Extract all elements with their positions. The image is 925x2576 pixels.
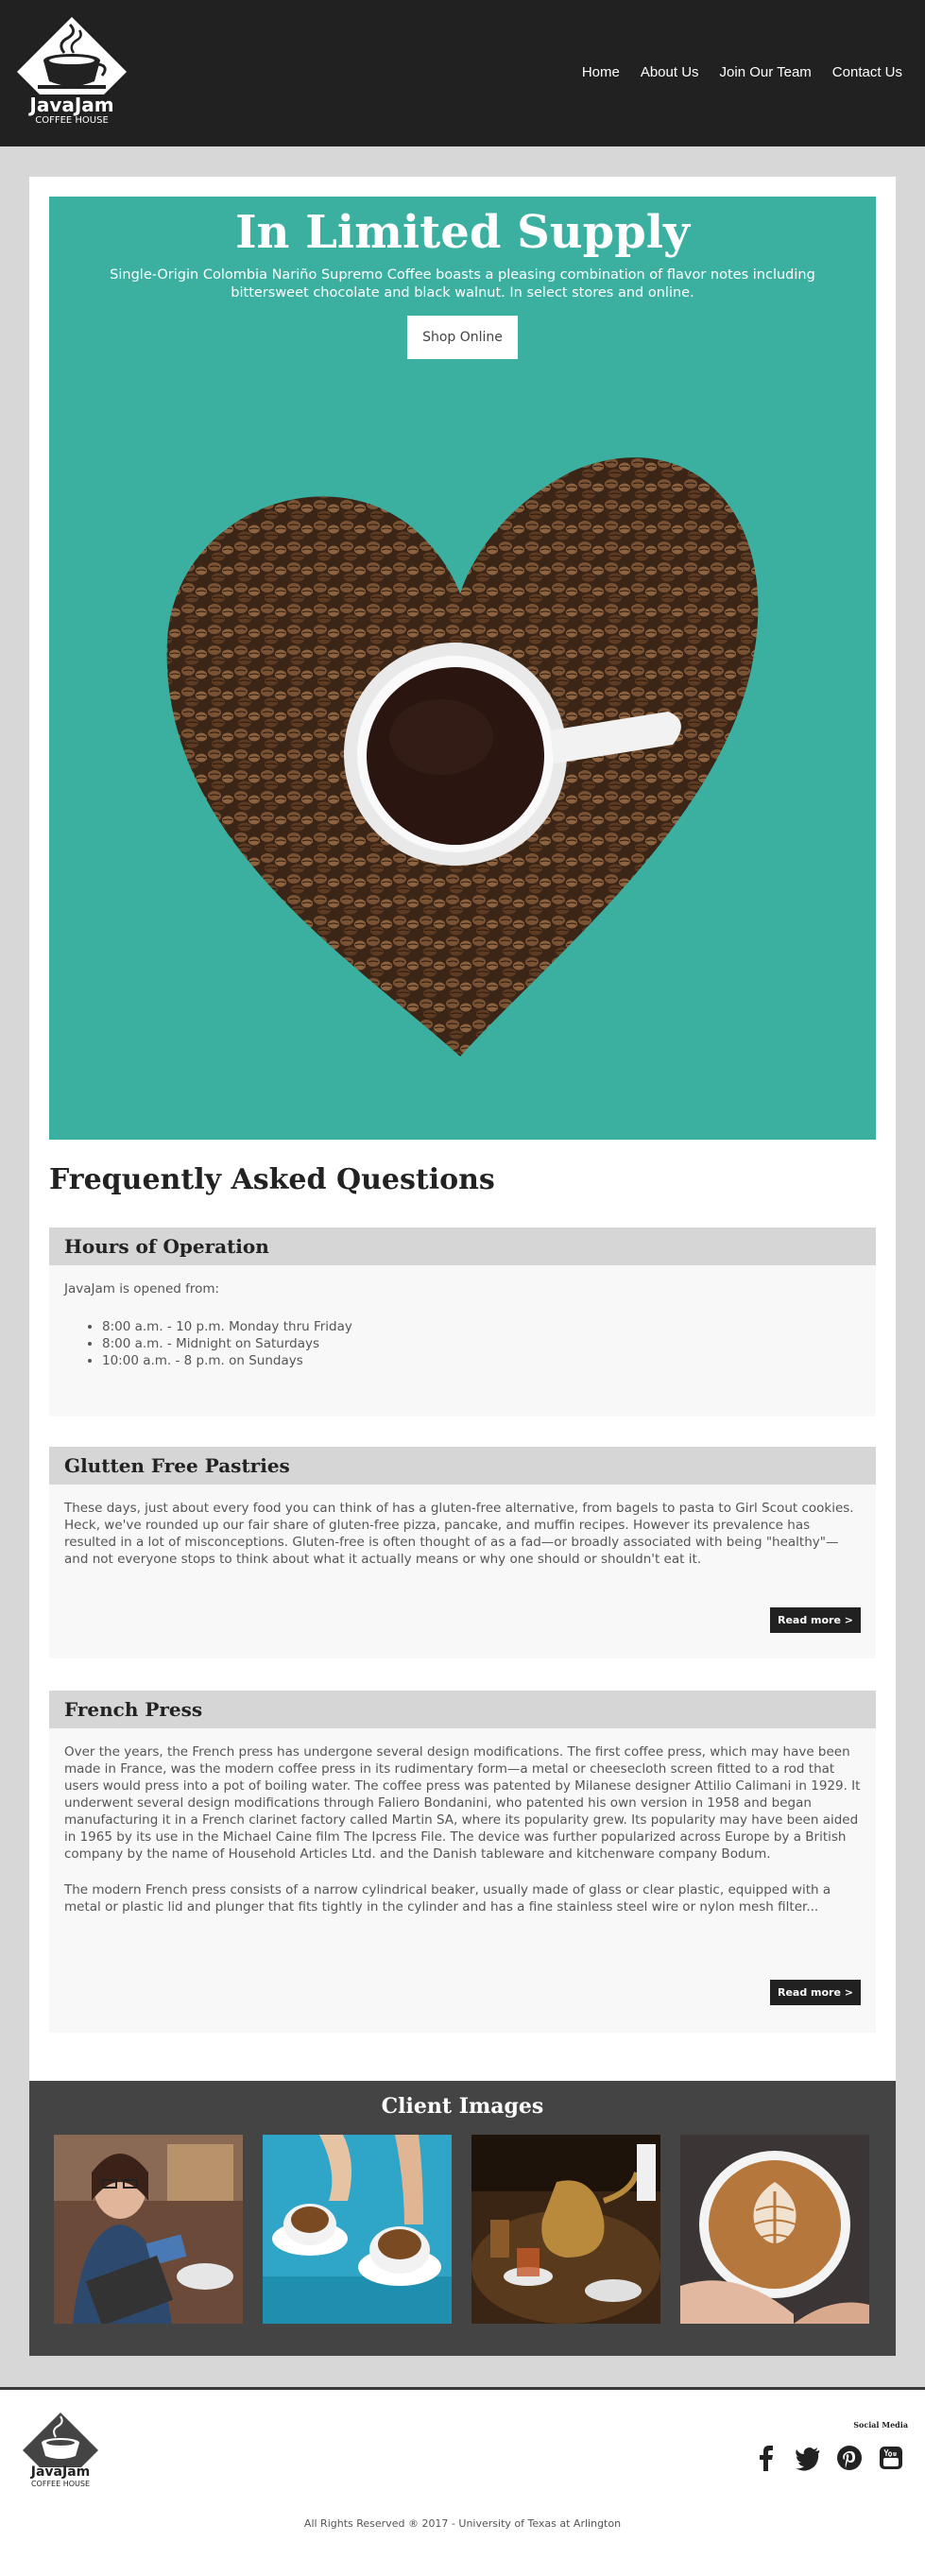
nav-contact-us[interactable]: Contact Us — [832, 64, 902, 80]
shop-online-button[interactable]: Shop Online — [407, 316, 518, 359]
logo-title: JavaJam — [29, 94, 114, 116]
client-image-woman-paying[interactable] — [54, 2135, 243, 2324]
facebook-icon[interactable] — [753, 2445, 779, 2471]
french-press-text: Over the years, the French press has und… — [64, 1744, 861, 1862]
pinterest-icon[interactable] — [836, 2445, 863, 2471]
footer-logo-subtitle: COFFEE HOUSE — [30, 2480, 91, 2488]
logo-subtitle: COFFEE HOUSE — [35, 115, 109, 126]
footer-logo[interactable]: JavaJam COFFEE HOUSE — [21, 2411, 100, 2496]
faq-title: Frequently Asked Questions — [49, 1163, 495, 1196]
faq-answer-gluten-free: These days, just about every food you ca… — [49, 1485, 876, 1585]
faq-answer-french-press: Over the years, the French press has und… — [49, 1728, 876, 1932]
footer-logo-title: JavaJam — [30, 2464, 91, 2480]
social-links — [753, 2445, 904, 2471]
site-footer: JavaJam COFFEE HOUSE Social Media All Ri… — [0, 2387, 925, 2576]
faq-answer-hours: JavaJam is opened from: 8:00 a.m. - 10 p… — [49, 1265, 876, 1386]
coffee-cup-logo-icon — [23, 2413, 98, 2488]
nav-about-us[interactable]: About Us — [641, 64, 699, 80]
read-more-button[interactable]: Read more > — [769, 1980, 861, 2005]
javajam-logo[interactable]: JavaJam COFFEE HOUSE — [15, 15, 128, 132]
faq-question-hours[interactable]: Hours of Operation — [49, 1228, 876, 1265]
social-media-label: Social Media — [853, 2420, 908, 2430]
twitter-icon[interactable] — [795, 2445, 821, 2471]
client-image-coffee-cups[interactable] — [263, 2135, 452, 2324]
faq-question-gluten-free[interactable]: Glutten Free Pastries — [49, 1447, 876, 1485]
coffee-cup-logo-icon — [17, 17, 127, 127]
client-images-title: Client Images — [381, 2094, 544, 2119]
client-images-section: Client Images — [29, 2081, 896, 2356]
faq-gluten-free: Glutten Free Pastries These days, just a… — [49, 1447, 876, 1658]
hours-saturday: 8:00 a.m. - Midnight on Saturdays — [102, 1335, 861, 1352]
main-content: In Limited Supply Single-Origin Colombia… — [29, 177, 896, 2081]
hours-intro: JavaJam is opened from: — [64, 1281, 220, 1297]
hero-title: In Limited Supply — [235, 206, 690, 259]
hours-list: 8:00 a.m. - 10 p.m. Monday thru Friday 8… — [102, 1318, 861, 1369]
nav-home[interactable]: Home — [582, 64, 620, 80]
hero-banner: In Limited Supply Single-Origin Colombia… — [49, 197, 876, 1140]
main-nav: Home About Us Join Our Team Contact Us — [582, 64, 902, 80]
client-image-tea-service[interactable] — [471, 2135, 660, 2324]
client-image-latte-art[interactable] — [680, 2135, 869, 2324]
gluten-free-text: These days, just about every food you ca… — [64, 1501, 854, 1567]
youtube-icon[interactable] — [878, 2445, 904, 2471]
hours-weekday: 8:00 a.m. - 10 p.m. Monday thru Friday — [102, 1318, 861, 1335]
hero-text: Single-Origin Colombia Nariño Supremo Co… — [110, 267, 815, 301]
faq-hours: Hours of Operation JavaJam is opened fro… — [49, 1228, 876, 1417]
french-press-text-2: The modern French press consists of a na… — [64, 1882, 831, 1915]
faq-french-press: French Press Over the years, the French … — [49, 1691, 876, 2033]
nav-join-our-team[interactable]: Join Our Team — [720, 64, 812, 80]
read-more-button[interactable]: Read more > — [769, 1607, 861, 1633]
coffee-bean-heart-image — [166, 457, 759, 1056]
site-header: JavaJam COFFEE HOUSE Home About Us Join … — [0, 0, 925, 146]
hours-sunday: 10:00 a.m. - 8 p.m. on Sundays — [102, 1352, 861, 1369]
faq-question-french-press[interactable]: French Press — [49, 1691, 876, 1728]
copyright-text: All Rights Reserved ® 2017 - University … — [303, 2517, 622, 2530]
